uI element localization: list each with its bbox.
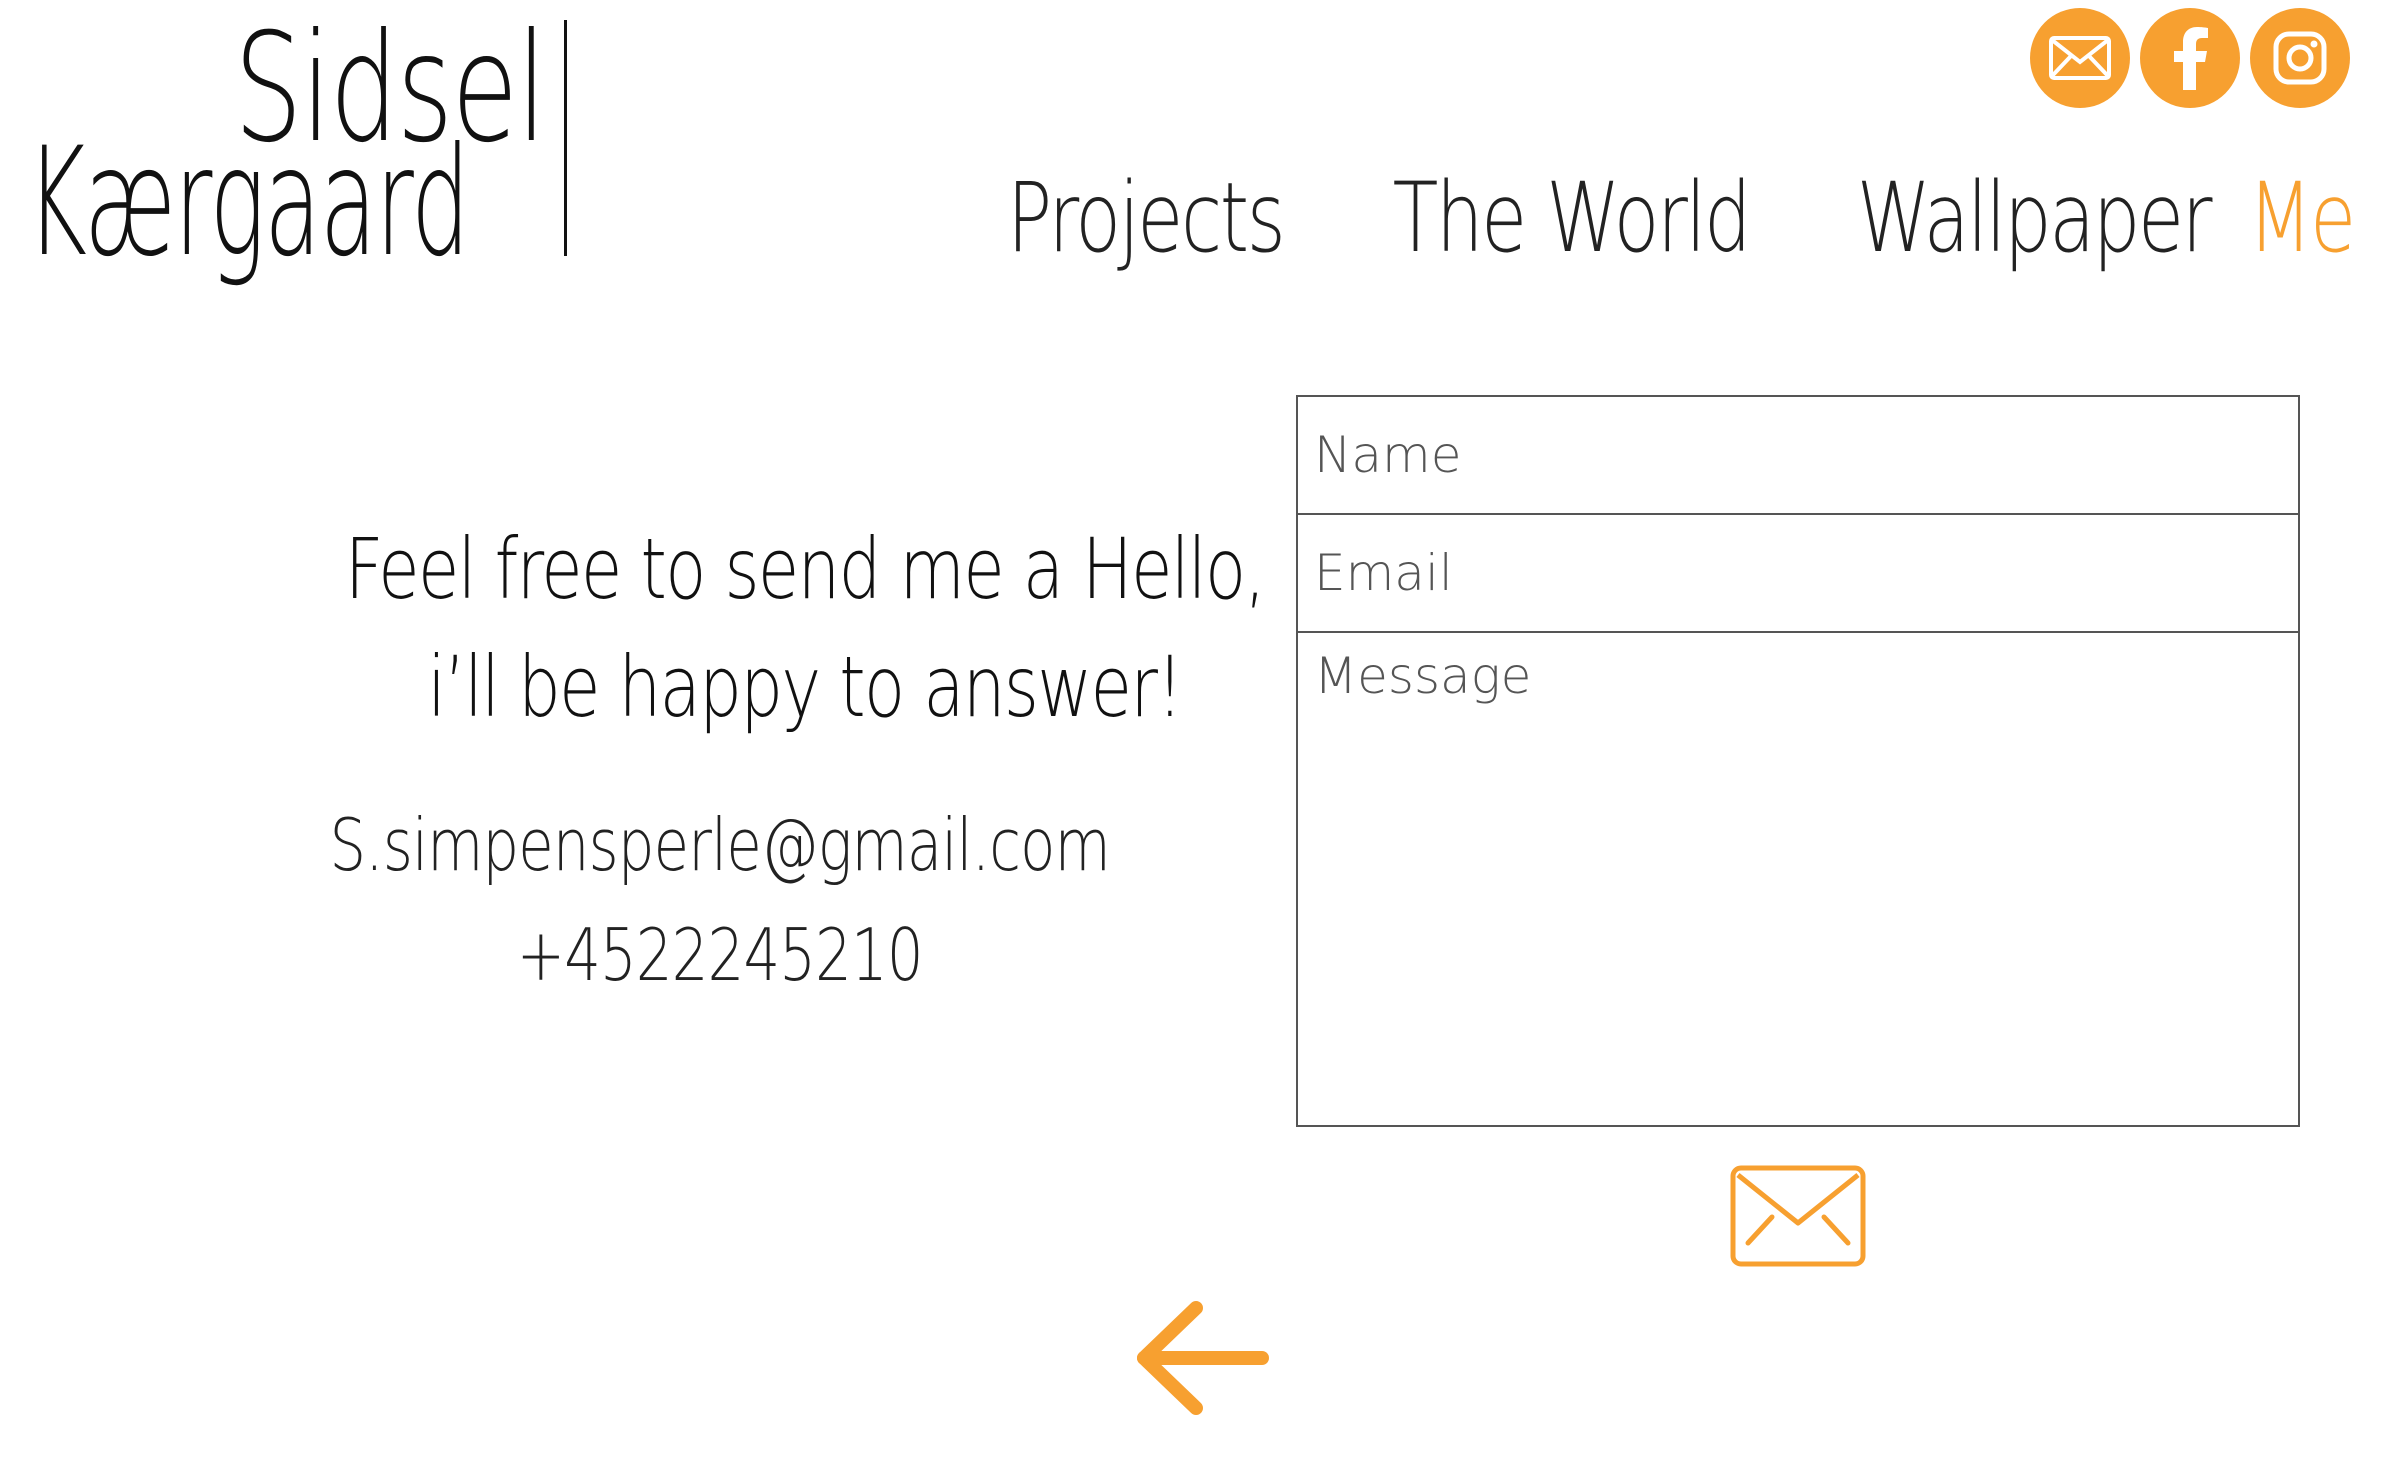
contact-form [1296,395,2300,1127]
send-button[interactable] [1730,1165,1866,1267]
tagline-line-2: i’ll be happy to answer! [427,638,1183,736]
contact-tagline: Feel free to send me a Hello, i’ll be ha… [344,510,1266,746]
contact-phone[interactable]: +4522245210 [517,900,924,1010]
mail-icon [2049,36,2111,80]
nav-item-wallpaper[interactable]: Wallpaper [1857,170,2213,266]
nav-item-projects[interactable]: Projects [1007,170,1286,266]
nav-item-me[interactable]: Me [2248,170,2356,266]
instagram-social-button[interactable] [2250,8,2350,108]
facebook-icon [2174,27,2208,90]
contact-info: Feel free to send me a Hello, i’ll be ha… [230,510,1266,1010]
contact-details: S.simpensperle@gmail.com +4522245210 [230,790,1210,1010]
mail-social-button[interactable] [2030,8,2130,108]
logo-last-name: Kærgaard [26,116,470,290]
logo-vertical-bar [564,20,567,256]
message-textarea[interactable] [1298,633,2298,1125]
back-button[interactable] [1130,1298,1270,1418]
social-links [2030,8,2350,108]
envelope-send-icon [1730,1165,1866,1267]
facebook-social-button[interactable] [2140,8,2240,108]
email-input[interactable] [1298,515,2298,633]
nav-item-the-world[interactable]: The World [1392,170,1751,266]
main-navigation: Projects The World Wallpaper Me [969,170,2356,266]
name-input[interactable] [1298,397,2298,515]
arrow-left-icon [1137,1301,1269,1415]
instagram-icon [2273,31,2327,85]
site-logo[interactable]: Sidsel Kærgaard [26,0,586,300]
tagline-line-1: Feel free to send me a Hello, [344,520,1266,618]
contact-email[interactable]: S.simpensperle@gmail.com [330,790,1111,900]
